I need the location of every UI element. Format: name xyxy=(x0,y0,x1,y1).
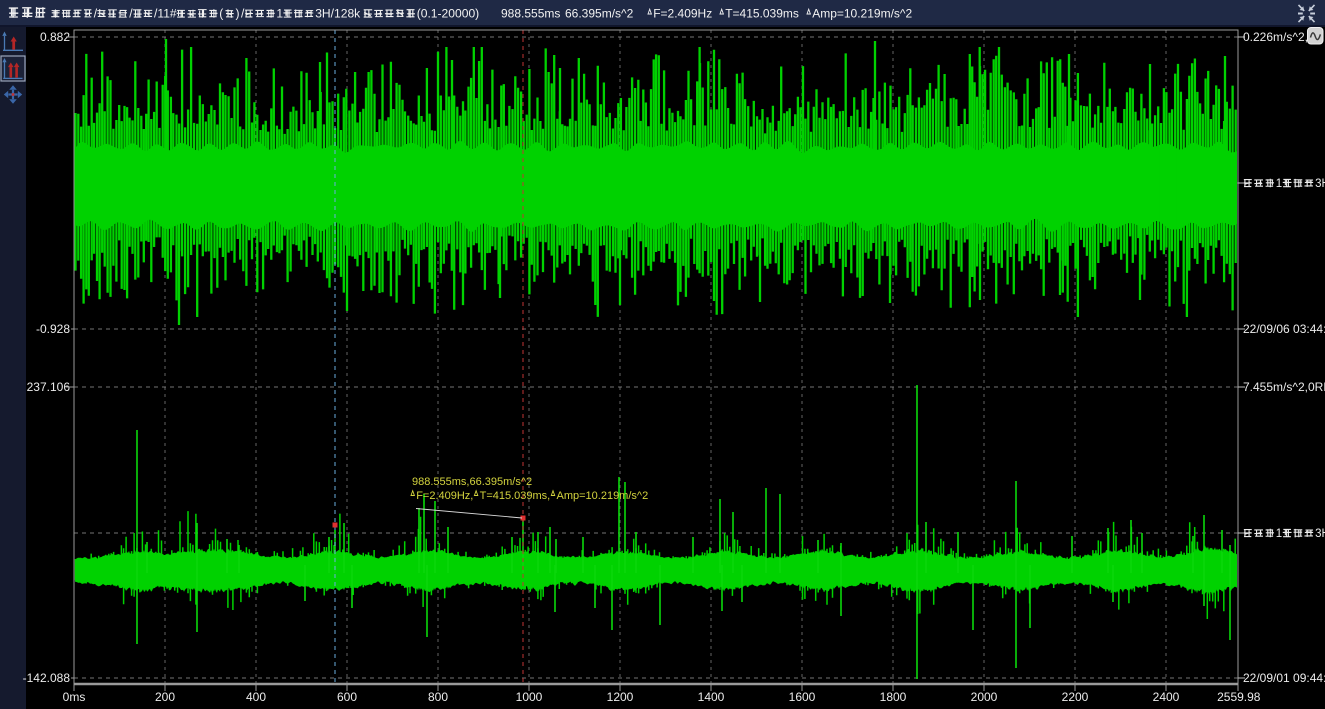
svg-text:600: 600 xyxy=(337,690,357,704)
svg-text:F=2.409Hz: F=2.409Hz xyxy=(653,7,712,21)
svg-text:/11#: /11# xyxy=(154,7,177,21)
svg-text:Amp=10.219m/s^2: Amp=10.219m/s^2 xyxy=(557,490,649,502)
svg-text:0ms: 0ms xyxy=(63,690,86,704)
svg-text:1: 1 xyxy=(276,7,283,21)
svg-text:0.882: 0.882 xyxy=(40,30,70,44)
svg-text:(: ( xyxy=(219,7,223,21)
svg-text:2400: 2400 xyxy=(1153,690,1180,704)
svg-text:): ) xyxy=(236,7,240,21)
svg-text:0.226m/s^2,0: 0.226m/s^2,0 xyxy=(1243,30,1315,44)
svg-text:400: 400 xyxy=(246,690,266,704)
svg-text:2559.98: 2559.98 xyxy=(1217,690,1261,704)
svg-text:1000: 1000 xyxy=(516,690,543,704)
svg-text:3H: 3H xyxy=(1315,178,1325,190)
svg-text:2200: 2200 xyxy=(1062,690,1089,704)
svg-text:3H/128k: 3H/128k xyxy=(315,7,361,21)
svg-text:T=415.039ms: T=415.039ms xyxy=(725,7,799,21)
svg-text:66.395m/s^2: 66.395m/s^2 xyxy=(565,7,634,21)
svg-text:3H: 3H xyxy=(1315,528,1325,540)
svg-text:988.555ms: 988.555ms xyxy=(501,7,560,21)
svg-text:F=2.409Hz,: F=2.409Hz, xyxy=(416,490,473,502)
svg-text:1600: 1600 xyxy=(789,690,816,704)
svg-text:-142.088: -142.088 xyxy=(23,671,71,685)
svg-text:7.455m/s^2,0RPM: 7.455m/s^2,0RPM xyxy=(1243,380,1325,394)
svg-text:22/09/01 09:44:2: 22/09/01 09:44:2 xyxy=(1243,671,1325,685)
svg-text:1800: 1800 xyxy=(880,690,907,704)
svg-text:988.555ms,66.395m/s^2: 988.555ms,66.395m/s^2 xyxy=(412,476,532,488)
svg-text:1400: 1400 xyxy=(698,690,725,704)
svg-text:-0.928: -0.928 xyxy=(36,322,70,336)
svg-text:T=415.039ms,: T=415.039ms, xyxy=(480,490,551,502)
svg-text:1200: 1200 xyxy=(607,690,634,704)
svg-text:2000: 2000 xyxy=(971,690,998,704)
svg-text:237.106: 237.106 xyxy=(27,380,71,394)
svg-text:800: 800 xyxy=(428,690,448,704)
svg-text:(0.1-20000): (0.1-20000) xyxy=(417,7,480,21)
svg-text:1: 1 xyxy=(1276,528,1282,540)
svg-text:200: 200 xyxy=(155,690,175,704)
svg-text:1: 1 xyxy=(1276,178,1282,190)
svg-text:22/09/06 03:44:2: 22/09/06 03:44:2 xyxy=(1243,322,1325,336)
svg-text:Amp=10.219m/s^2: Amp=10.219m/s^2 xyxy=(812,7,912,21)
